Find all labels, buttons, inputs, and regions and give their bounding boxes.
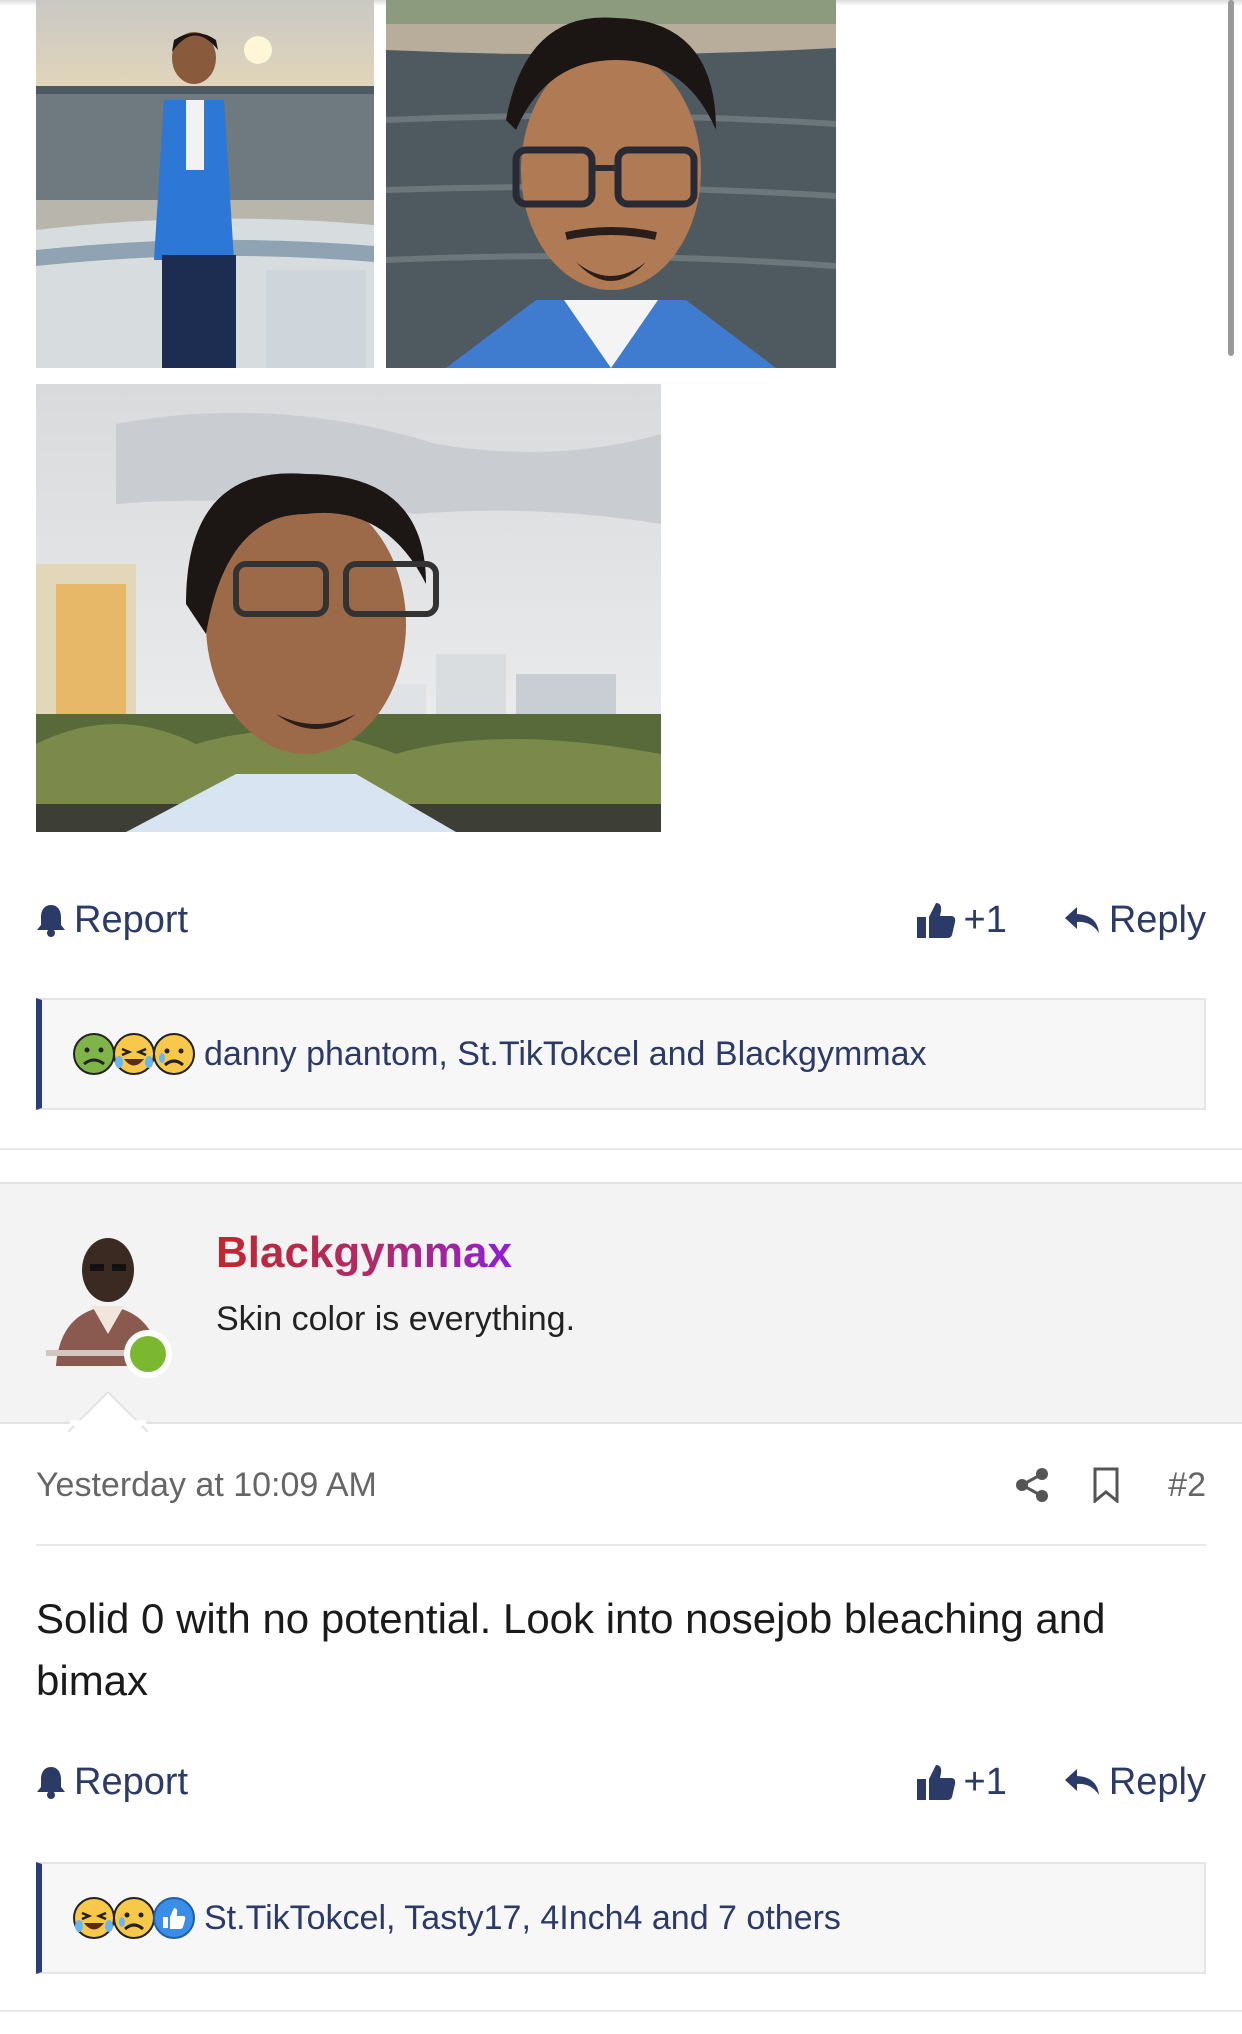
thumbs-up-icon <box>916 903 955 938</box>
reply-arrow-icon <box>1064 907 1099 933</box>
message-pointer <box>68 1392 148 1432</box>
sad-face-icon <box>113 1897 155 1939</box>
online-status-indicator <box>124 1330 172 1378</box>
photo-boat-blue-suit[interactable] <box>36 0 374 368</box>
reply-arrow-icon <box>1064 1769 1099 1795</box>
user-title: Skin color is everything. <box>216 1300 576 1338</box>
pointer-cover <box>70 1420 146 1426</box>
photo-selfie-water[interactable] <box>386 0 836 368</box>
reply-label: Reply <box>1108 898 1206 941</box>
reactors-list[interactable]: danny phantom, St.TikTokcel and Blackgym… <box>204 1035 927 1074</box>
thumbs-up-icon <box>916 1765 955 1800</box>
like-button[interactable]: +1 <box>916 899 1007 942</box>
post1-actions: Report +1 Reply <box>36 890 1206 950</box>
report-button[interactable]: Report <box>36 1761 188 1804</box>
scrollbar[interactable] <box>1228 0 1234 356</box>
thumbs-up-icon <box>153 1897 195 1939</box>
post1-reactions-bar[interactable]: danny phantom, St.TikTokcel and Blackgym… <box>36 998 1206 1110</box>
reply-button[interactable]: Reply <box>1063 1761 1206 1804</box>
post2-actions: Report +1 Reply <box>36 1752 1206 1812</box>
post-divider <box>0 1148 1242 1150</box>
reactors-list[interactable]: St.TikTokcel, Tasty17, 4Inch4 and 7 othe… <box>204 1899 841 1938</box>
bell-icon <box>37 1767 65 1799</box>
reaction-emojis <box>72 1896 195 1940</box>
report-label: Report <box>74 898 189 941</box>
post-number[interactable]: #2 <box>1168 1466 1206 1505</box>
post2-reactions-bar[interactable]: St.TikTokcel, Tasty17, 4Inch4 and 7 othe… <box>36 1862 1206 1974</box>
photo-city-profile[interactable] <box>36 384 661 832</box>
like-count: +1 <box>963 1760 1007 1803</box>
like-count: +1 <box>963 898 1007 941</box>
bell-icon <box>37 905 65 937</box>
like-button[interactable]: +1 <box>916 1761 1007 1804</box>
meta-divider <box>36 1544 1206 1546</box>
post2-meta: Yesterday at 10:09 AM #2 <box>36 1462 1206 1508</box>
share-icon[interactable] <box>1014 1467 1050 1503</box>
report-label: Report <box>74 1760 189 1803</box>
bookmark-icon[interactable] <box>1092 1467 1120 1503</box>
username[interactable]: Blackgymmax <box>216 1228 512 1278</box>
post-body: Solid 0 with no potential. Look into nos… <box>36 1595 1106 1704</box>
reply-button[interactable]: Reply <box>1063 899 1206 942</box>
reply-label: Reply <box>1108 1760 1206 1803</box>
reaction-emojis <box>72 1032 195 1076</box>
author-box-bottom-border <box>0 1422 1242 1424</box>
laughing-crying-face-icon <box>113 1033 155 1075</box>
post-divider <box>0 2010 1242 2012</box>
post-timestamp[interactable]: Yesterday at 10:09 AM <box>36 1466 377 1505</box>
report-button[interactable]: Report <box>36 899 188 942</box>
post2-author-header: Blackgymmax Skin color is everything. <box>0 1182 1242 1424</box>
sick-face-icon <box>73 1033 115 1075</box>
sad-face-icon <box>153 1033 195 1075</box>
laughing-crying-face-icon <box>73 1897 115 1939</box>
